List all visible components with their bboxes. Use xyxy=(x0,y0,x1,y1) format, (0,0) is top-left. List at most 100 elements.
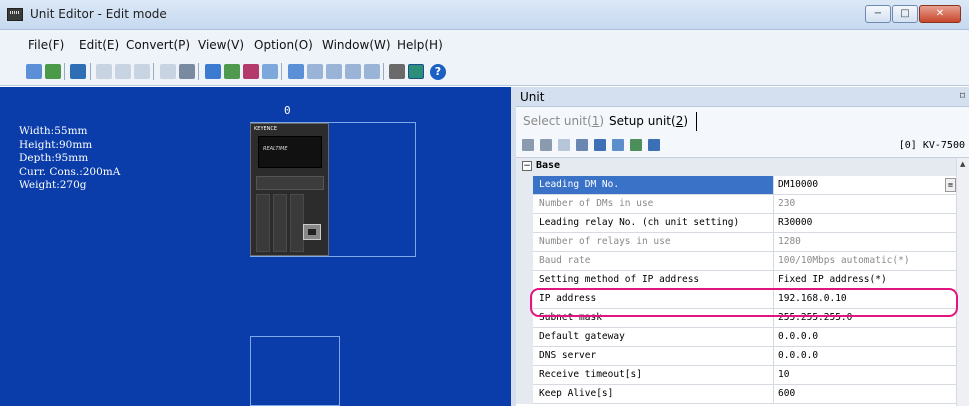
module-icon[interactable] xyxy=(326,64,342,79)
monitor-icon[interactable] xyxy=(205,64,221,79)
property-value[interactable]: 230 xyxy=(774,195,956,214)
grid-scrollbar[interactable]: ▲ xyxy=(956,158,969,406)
property-name: Leading DM No. xyxy=(533,176,774,195)
row-gutter xyxy=(516,195,533,214)
property-name: Baud rate xyxy=(533,252,774,271)
property-row[interactable]: Keep Alive[s] 600 xyxy=(516,385,956,404)
property-edit-button[interactable]: ≡ xyxy=(945,178,956,192)
unit-id-label: [0] KV-7500 xyxy=(898,140,965,151)
menu-option[interactable]: Option(O) xyxy=(254,38,313,52)
import-icon[interactable] xyxy=(26,64,42,79)
property-name: DNS server xyxy=(533,347,774,366)
minimize-button[interactable]: − xyxy=(865,5,891,23)
description-icon[interactable] xyxy=(558,139,570,151)
property-row[interactable]: Number of relays in use 1280 xyxy=(516,233,956,252)
info-weight: Weight:270g xyxy=(19,179,87,191)
collapse-icon[interactable]: − xyxy=(522,161,532,171)
unit-list-icon[interactable] xyxy=(612,139,624,151)
toolbar-separator xyxy=(281,63,282,80)
help-icon[interactable]: ? xyxy=(430,64,446,80)
network-icon[interactable] xyxy=(630,139,642,151)
property-row[interactable]: Receive timeout[s] 10 xyxy=(516,366,956,385)
unit-icon[interactable] xyxy=(179,64,195,79)
property-row[interactable]: Baud rate 100/10Mbps automatic(*) xyxy=(516,252,956,271)
property-grid: − Base Leading DM No. DM10000 ≡ Number o… xyxy=(516,157,969,406)
menu-view[interactable]: View(V) xyxy=(198,38,244,52)
tool-icon[interactable] xyxy=(389,64,405,79)
property-name: Keep Alive[s] xyxy=(533,385,774,404)
plc-display-label: REALTIME xyxy=(263,146,288,152)
category-row-base[interactable]: − Base xyxy=(516,158,956,176)
row-gutter xyxy=(516,328,533,347)
property-value[interactable]: 1280 xyxy=(774,233,956,252)
unit-monitor-icon[interactable] xyxy=(648,139,660,151)
toolbar: ? xyxy=(0,56,969,86)
unit-transfer-icon[interactable] xyxy=(594,139,606,151)
plc-screen xyxy=(258,136,322,168)
unit-panel-title: Unit xyxy=(520,90,545,104)
module-icon[interactable] xyxy=(345,64,361,79)
scroll-up-icon[interactable]: ▲ xyxy=(960,160,965,168)
settings-icon[interactable] xyxy=(243,64,259,79)
sort-category-icon[interactable] xyxy=(522,139,534,151)
row-gutter xyxy=(516,366,533,385)
close-button[interactable]: ✕ xyxy=(919,5,961,23)
property-value[interactable]: 100/10Mbps automatic(*) xyxy=(774,252,956,271)
property-row[interactable]: Leading DM No. DM10000 ≡ xyxy=(516,176,956,195)
slot-number: 0 xyxy=(284,104,291,117)
property-row[interactable]: Leading relay No. (ch unit setting) R300… xyxy=(516,214,956,233)
info-height: Height:90mm xyxy=(19,139,93,151)
module-icon[interactable] xyxy=(288,64,304,79)
property-value[interactable]: 10 xyxy=(774,366,956,385)
module-icon[interactable] xyxy=(364,64,380,79)
menu-help[interactable]: Help(H) xyxy=(397,38,443,52)
menu-file[interactable]: File(F) xyxy=(28,38,64,52)
cut-icon[interactable] xyxy=(96,64,112,79)
check-icon[interactable] xyxy=(224,64,240,79)
unit-settings-icon[interactable] xyxy=(576,139,588,151)
property-value[interactable]: 0.0.0.0 xyxy=(774,328,956,347)
property-value[interactable]: 600 xyxy=(774,385,956,404)
row-gutter xyxy=(516,233,533,252)
pin-icon[interactable]: ⌑ xyxy=(960,91,965,102)
transfer-icon[interactable] xyxy=(70,64,86,79)
property-row[interactable]: Default gateway 0.0.0.0 xyxy=(516,328,956,347)
module-icon[interactable] xyxy=(307,64,323,79)
window-controls: − □ ✕ xyxy=(865,5,961,23)
unit-panel-header: Unit ⌑ xyxy=(516,87,969,107)
paste-icon[interactable] xyxy=(134,64,150,79)
info-depth: Depth:95mm xyxy=(19,152,89,164)
property-value[interactable]: DM10000 xyxy=(774,176,956,195)
info-width: Width:55mm xyxy=(19,125,88,137)
property-row[interactable]: DNS server 0.0.0.0 xyxy=(516,347,956,366)
plc-column xyxy=(290,194,304,252)
property-value[interactable]: R30000 xyxy=(774,214,956,233)
row-gutter xyxy=(516,214,533,233)
property-value[interactable]: 0.0.0.0 xyxy=(774,347,956,366)
unit-canvas[interactable]: 0 Width:55mm Height:90mm Depth:95mm Curr… xyxy=(0,87,511,406)
menu-convert[interactable]: Convert(P) xyxy=(126,38,190,52)
toolbar-separator xyxy=(90,63,91,80)
export-icon[interactable] xyxy=(45,64,61,79)
plc-unit-image[interactable]: KEYENCE REALTIME xyxy=(250,123,329,256)
empty-slot-frame[interactable] xyxy=(250,336,340,406)
property-name: Receive timeout[s] xyxy=(533,366,774,385)
property-row[interactable]: Number of DMs in use 230 xyxy=(516,195,956,214)
search-icon[interactable] xyxy=(262,64,278,79)
maximize-button[interactable]: □ xyxy=(892,5,918,23)
property-name: Leading relay No. (ch unit setting) xyxy=(533,214,774,233)
tab-select-unit[interactable]: Select unit(1) xyxy=(523,114,604,128)
tab-setup-unit[interactable]: Setup unit(2) xyxy=(609,114,688,128)
edit-icon[interactable] xyxy=(160,64,176,79)
category-label: Base xyxy=(536,160,561,171)
sort-alpha-icon[interactable] xyxy=(540,139,552,151)
tab-caret xyxy=(696,112,697,131)
copy-icon[interactable] xyxy=(115,64,131,79)
toolbar-separator xyxy=(383,63,384,80)
window-icon[interactable] xyxy=(408,64,424,79)
info-current: Curr. Cons.:200mA xyxy=(19,166,121,178)
menu-edit[interactable]: Edit(E) xyxy=(79,38,119,52)
property-name: Number of DMs in use xyxy=(533,195,774,214)
menu-window[interactable]: Window(W) xyxy=(322,38,391,52)
row-gutter xyxy=(516,176,533,195)
